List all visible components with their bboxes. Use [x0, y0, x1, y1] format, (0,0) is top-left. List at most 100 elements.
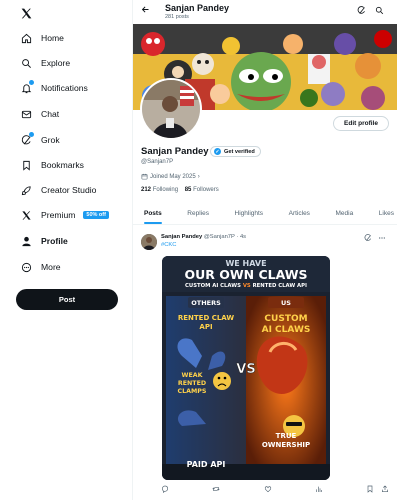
profile-handle: @Sanjan7P — [141, 159, 174, 165]
header-name: Sanjan Pandey — [165, 3, 230, 13]
nav-label-premium: Premium — [41, 210, 76, 220]
profile-column: Sanjan Pandey 281 posts Edit profile San… — [132, 0, 397, 500]
followers-link[interactable]: 85 Followers — [185, 187, 219, 193]
edit-profile-button[interactable]: Edit profile — [333, 116, 389, 131]
home-icon — [20, 32, 32, 44]
tweet-hashtag[interactable]: #CKC — [161, 242, 176, 248]
image-subtitle-vs: VS — [242, 283, 251, 289]
like-icon[interactable] — [264, 485, 272, 493]
person-icon — [20, 235, 32, 247]
image-true-1: TRUE — [275, 432, 297, 440]
tab-likes[interactable]: Likes — [379, 203, 394, 224]
repost-icon[interactable] — [212, 485, 220, 493]
views-icon[interactable] — [315, 485, 323, 493]
calendar-icon — [141, 173, 148, 180]
nav-label-explore: Explore — [41, 58, 71, 68]
bell-icon — [20, 80, 34, 94]
image-subtitle: CUSTOM AI CLAWS VS RENTED CLAW API — [162, 283, 330, 289]
nav-item-more[interactable]: More — [20, 259, 61, 275]
tweet[interactable]: Sanjan Pandey @Sanjan7P · 4s #CKC VS WE … — [133, 226, 397, 500]
post-button[interactable]: Post — [16, 289, 118, 310]
tab-articles[interactable]: Articles — [289, 203, 310, 224]
x-logo-icon[interactable] — [20, 7, 33, 20]
following-link[interactable]: 212 Following — [141, 187, 178, 193]
tab-posts[interactable]: Posts — [144, 203, 162, 224]
tweet-actions — [161, 485, 389, 493]
profile-avatar[interactable] — [140, 78, 202, 140]
nav-item-premium[interactable]: Premium 50% off — [20, 207, 109, 223]
image-subtitle-left: CUSTOM AI CLAWS — [185, 283, 241, 289]
nav-label-bookmarks: Bookmarks — [41, 160, 84, 170]
notification-dot — [29, 80, 34, 85]
nav-item-notifications[interactable]: Notifications — [20, 80, 88, 96]
nav-label-home: Home — [41, 33, 64, 43]
premium-discount-badge: 50% off — [83, 211, 109, 219]
left-nav: Home Explore Notifications Chat Grok Boo… — [0, 0, 132, 500]
more-options-icon[interactable] — [378, 234, 386, 242]
joined-text: Joined May 2025 — [150, 173, 196, 180]
tweet-author-name[interactable]: Sanjan Pandey — [161, 234, 202, 240]
image-true-2: OWNERSHIP — [261, 441, 311, 449]
nav-label-creator-studio: Creator Studio — [41, 185, 97, 195]
header-post-count: 281 posts — [165, 14, 189, 20]
image-title-main: OUR OWN CLAWS — [184, 267, 308, 282]
search-icon — [20, 57, 32, 69]
tab-media[interactable]: Media — [336, 203, 354, 224]
image-subtitle-right: RENTED CLAW API — [252, 283, 307, 289]
grok-icon[interactable] — [364, 234, 372, 242]
grok-dot — [29, 132, 34, 137]
tweet-image[interactable]: VS WE HAVE OUR OWN CLAWS CUSTOM AI CLAWS… — [162, 256, 330, 480]
image-right-title-2: AI CLAWS — [261, 325, 311, 335]
back-arrow-icon[interactable] — [141, 5, 150, 14]
image-weak-1: WEAK — [181, 372, 203, 379]
nav-label-profile: Profile — [41, 236, 68, 246]
search-icon[interactable] — [375, 6, 384, 15]
image-weak-3: CLAMPS — [177, 388, 207, 395]
tweet-avatar[interactable] — [141, 234, 157, 250]
tweet-time[interactable]: · 4s — [236, 234, 246, 240]
rocket-icon — [20, 184, 32, 196]
x-icon — [20, 209, 32, 221]
profile-tabs: Posts Replies Highlights Articles Media … — [133, 203, 397, 225]
profile-joined: Joined May 2025 › — [141, 173, 200, 180]
nav-label-more: More — [41, 262, 61, 272]
chevron-right-icon: › — [197, 173, 200, 180]
more-icon — [20, 261, 32, 273]
verified-check-icon: ✓ — [214, 148, 221, 155]
profile-stats: 212 Following 85 Followers — [141, 187, 219, 193]
nav-label-chat: Chat — [41, 109, 60, 119]
image-left-header: OTHERS — [191, 299, 221, 307]
image-left-title-1: RENTED CLAW — [177, 314, 235, 322]
nav-label-grok: Grok — [41, 135, 60, 145]
tab-highlights[interactable]: Highlights — [235, 203, 264, 224]
tweet-header: Sanjan Pandey @Sanjan7P · 4s — [161, 234, 246, 240]
share-icon[interactable] — [381, 485, 389, 493]
nav-item-grok[interactable]: Grok — [20, 132, 60, 148]
image-vs-text: VS — [236, 362, 255, 377]
nav-item-bookmarks[interactable]: Bookmarks — [20, 157, 84, 173]
nav-item-profile[interactable]: Profile — [20, 233, 68, 249]
nav-item-chat[interactable]: Chat — [20, 106, 59, 122]
nav-item-home[interactable]: Home — [20, 30, 64, 46]
image-right-title-1: CUSTOM — [264, 314, 308, 324]
grok-analyze-icon[interactable] — [357, 6, 366, 15]
image-paid-api: PAID API — [186, 460, 226, 469]
reply-icon[interactable] — [161, 485, 169, 493]
get-verified-button[interactable]: ✓ Get verified — [210, 146, 261, 157]
nav-item-explore[interactable]: Explore — [20, 55, 70, 71]
get-verified-label: Get verified — [224, 148, 255, 155]
tab-replies[interactable]: Replies — [187, 203, 209, 224]
image-left-title-2: API — [199, 323, 213, 331]
bookmark-icon — [20, 159, 32, 171]
tweet-author-handle[interactable]: @Sanjan7P — [204, 234, 235, 240]
nav-label-notifications: Notifications — [41, 83, 88, 93]
avatar-photo — [142, 80, 200, 138]
profile-name: Sanjan Pandey — [141, 146, 209, 157]
nav-item-creator-studio[interactable]: Creator Studio — [20, 182, 96, 198]
profile-header-bar: Sanjan Pandey 281 posts — [133, 0, 397, 24]
image-right-header: US — [281, 299, 291, 307]
bookmark-icon[interactable] — [366, 485, 374, 493]
image-weak-2: RENTED — [177, 380, 207, 387]
grok-icon — [20, 132, 34, 146]
mail-icon — [20, 108, 32, 120]
